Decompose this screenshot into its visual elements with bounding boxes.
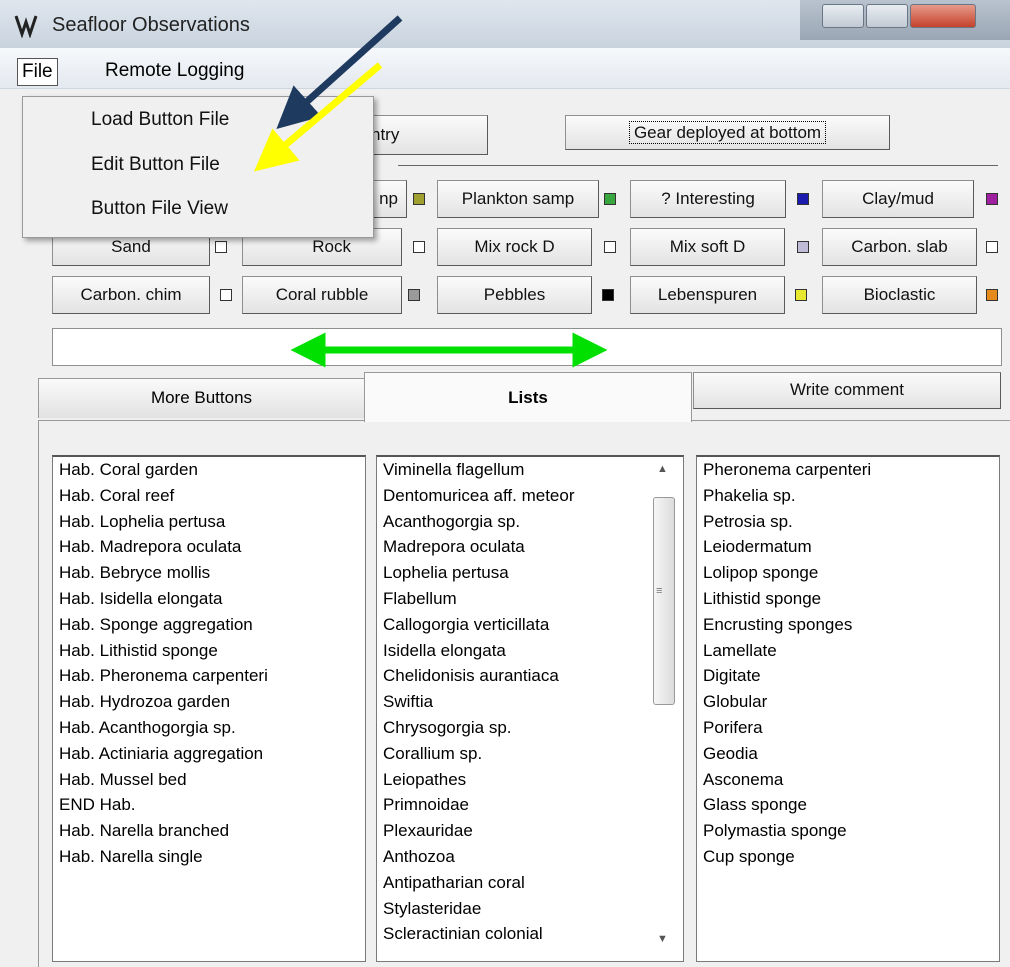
app-window: Seafloor Observations File Remote Loggin… <box>0 0 1010 967</box>
annotation-arrows <box>253 15 608 368</box>
yellow-arrow <box>253 62 383 172</box>
navy-arrow <box>276 15 403 130</box>
